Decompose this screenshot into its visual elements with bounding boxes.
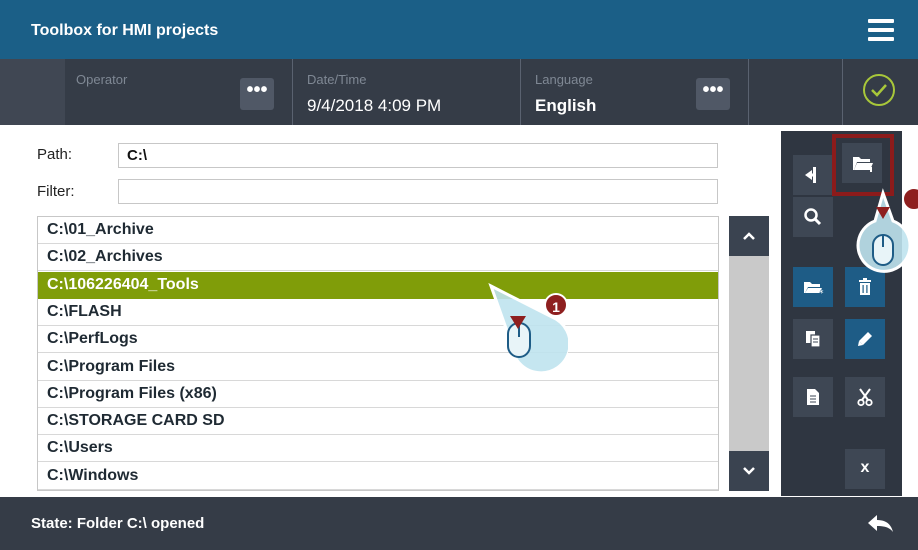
- filter-label: Filter:: [37, 183, 75, 200]
- path-field[interactable]: C:\: [118, 143, 718, 168]
- scissors-icon: [857, 388, 873, 407]
- cut-button[interactable]: [845, 377, 885, 417]
- language-caption: Language: [535, 72, 593, 87]
- operator-caption: Operator: [76, 72, 128, 87]
- scrollbar[interactable]: [729, 216, 769, 491]
- copy-button[interactable]: [793, 319, 833, 359]
- operator-more-button[interactable]: •••: [240, 78, 274, 110]
- search-button[interactable]: [793, 197, 833, 237]
- chevron-down-icon: [743, 467, 755, 475]
- callout-badge-1: 1: [544, 293, 568, 317]
- return-arrow-icon[interactable]: [864, 511, 898, 537]
- mouse-callout-2: 2: [855, 181, 918, 281]
- folder-list-item[interactable]: C:\Users: [38, 435, 718, 463]
- folder-list-item[interactable]: C:\Program Files (x86): [38, 381, 718, 408]
- pencil-icon: [858, 332, 872, 346]
- folder-list-item[interactable]: C:\Windows: [38, 463, 718, 490]
- app-title: Toolbox for HMI projects: [31, 22, 219, 39]
- filter-field[interactable]: [118, 179, 718, 204]
- folder-list-item[interactable]: C:\01_Archive: [38, 217, 718, 244]
- info-left-block: [0, 59, 65, 125]
- chevron-up-icon: [743, 232, 755, 240]
- paste-icon: [807, 389, 819, 405]
- back-arrow-button[interactable]: [793, 155, 833, 195]
- title-bar: Toolbox for HMI projects: [0, 0, 918, 59]
- copy-icon: [806, 331, 821, 348]
- language-more-button[interactable]: •••: [696, 78, 730, 110]
- language-value: English: [535, 96, 597, 115]
- app-window: Toolbox for HMI projects Operator ••• Da…: [0, 0, 918, 550]
- status-bar: State: Folder C:\ opened: [0, 497, 918, 550]
- folder-list-item[interactable]: C:\02_Archives: [38, 244, 718, 272]
- scroll-up-button[interactable]: [729, 216, 769, 256]
- folder-list-item[interactable]: C:\STORAGE CARD SD: [38, 408, 718, 436]
- folder-list-item[interactable]: C:\Program Files: [38, 354, 718, 381]
- checkmark-circle-icon[interactable]: [863, 74, 895, 106]
- back-arrow-icon: [805, 167, 816, 183]
- confirm-area: [842, 59, 918, 125]
- datetime-caption: Date/Time: [307, 72, 367, 87]
- folder-list-item[interactable]: C:\PerfLogs: [38, 326, 718, 354]
- mouse-callout-1: 1: [488, 282, 572, 383]
- new-folder-button[interactable]: *: [793, 267, 833, 307]
- close-x-label: x: [860, 459, 870, 476]
- info-bar: Operator ••• Date/Time 9/4/2018 4:09 PM …: [0, 59, 918, 125]
- file-browser-panel: Path: C:\ Filter: C:\01_Archive C:\02_Arc…: [26, 131, 781, 494]
- folder-list-item[interactable]: C:\106226404_Tools: [38, 271, 718, 299]
- divider: [748, 59, 749, 125]
- datetime-value: 9/4/2018 4:09 PM: [307, 96, 442, 115]
- file-browser-area: Path: C:\ Filter: C:\01_Archive C:\02_Arc…: [0, 125, 918, 497]
- new-folder-icon: *: [804, 282, 824, 297]
- close-x-button[interactable]: x: [845, 449, 885, 489]
- scroll-down-button[interactable]: [729, 451, 769, 491]
- divider: [292, 59, 293, 125]
- hamburger-menu-icon[interactable]: [860, 15, 900, 47]
- paste-button[interactable]: [793, 377, 833, 417]
- search-icon: [804, 208, 822, 226]
- svg-text:*: *: [819, 289, 824, 297]
- path-label: Path:: [37, 146, 73, 163]
- folder-list-item[interactable]: C:\FLASH: [38, 299, 718, 326]
- folder-list: C:\01_Archive C:\02_Archives C:\106226404_…: [37, 216, 719, 491]
- divider: [520, 59, 521, 125]
- rename-button[interactable]: [845, 319, 885, 359]
- status-text: State: Folder C:\ opened: [31, 515, 205, 532]
